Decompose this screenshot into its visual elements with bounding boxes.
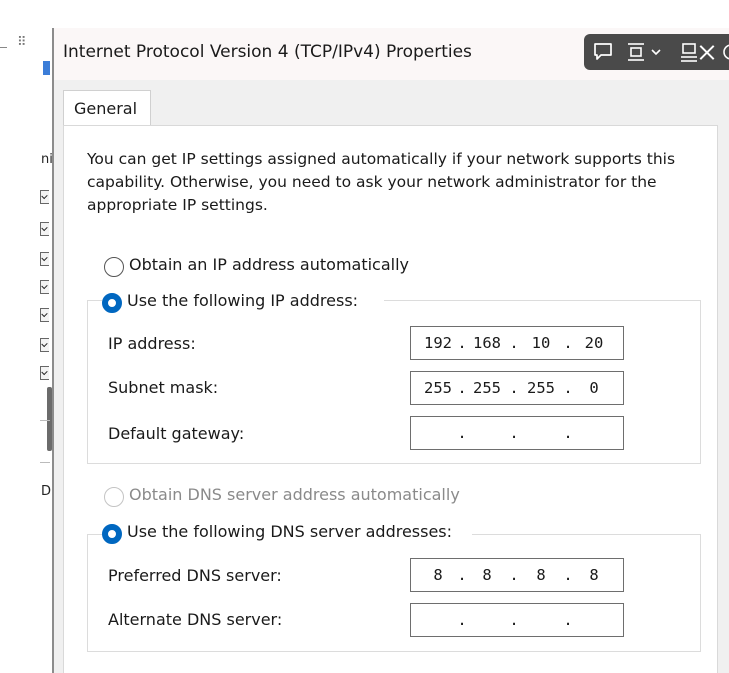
radio-button-selected[interactable]: [102, 524, 122, 544]
dialog-title: Internet Protocol Version 4 (TCP/IPv4) P…: [63, 42, 472, 62]
checkbox-icon[interactable]: [40, 252, 49, 266]
radio-button-disabled[interactable]: [104, 487, 124, 507]
alternate-dns-label: Alternate DNS server:: [108, 610, 283, 629]
radio-button-selected[interactable]: [102, 293, 122, 313]
divider: [40, 462, 50, 463]
intro-text: You can get IP settings assigned automat…: [87, 150, 676, 214]
floating-toolbar: [584, 34, 729, 70]
checkbox-icon[interactable]: [40, 222, 49, 236]
background-app: ⠿ ni D: [0, 0, 53, 673]
radio-use-following-ip[interactable]: Use the following IP address:: [102, 291, 384, 315]
general-panel: You can get IP settings assigned automat…: [63, 125, 718, 673]
power-icon[interactable]: [720, 40, 729, 64]
radio-label: Use the following DNS server addresses:: [127, 522, 453, 541]
default-gateway-label: Default gateway:: [108, 424, 245, 443]
preferred-dns-label: Preferred DNS server:: [108, 566, 282, 585]
ip-address-input[interactable]: 192 . 168 . 10 . 20: [410, 326, 624, 360]
ipv4-properties-dialog: Internet Protocol Version 4 (TCP/IPv4) P…: [52, 28, 729, 673]
subnet-mask-label: Subnet mask:: [108, 378, 219, 397]
radio-button[interactable]: [104, 257, 124, 277]
subnet-mask-input[interactable]: 255 . 255 . 255 . 0: [410, 371, 624, 405]
checkbox-icon[interactable]: [40, 338, 49, 352]
tab-general-label: General: [74, 99, 138, 118]
radio-label: Obtain an IP address automatically: [129, 255, 410, 274]
radio-label: Use the following IP address:: [127, 291, 359, 310]
radio-use-following-dns[interactable]: Use the following DNS server addresses:: [102, 522, 472, 546]
tab-general[interactable]: General: [63, 90, 151, 126]
alternate-dns-input[interactable]: . . .: [410, 603, 624, 637]
title-bar[interactable]: Internet Protocol Version 4 (TCP/IPv4) P…: [54, 28, 729, 80]
comment-icon[interactable]: [592, 40, 614, 64]
checkbox-icon[interactable]: [40, 366, 49, 380]
default-gateway-input[interactable]: . . .: [410, 416, 624, 450]
ip-address-label: IP address:: [108, 334, 196, 353]
checkbox-icon[interactable]: [40, 190, 49, 204]
chevron-down-icon[interactable]: [650, 40, 662, 64]
divider: [40, 420, 50, 421]
radio-label: Obtain DNS server address automatically: [129, 485, 460, 504]
checkbox-icon[interactable]: [40, 308, 49, 322]
background-app-icon: [43, 61, 50, 75]
frame-icon[interactable]: [626, 40, 646, 64]
preferred-dns-input[interactable]: 8 . 8 . 8 . 8: [410, 558, 624, 592]
screen: ⠿ ni D Internet Protocol Version 4 (TCP/…: [0, 0, 729, 673]
checkbox-icon[interactable]: [40, 280, 49, 294]
background-app-text: D: [41, 484, 52, 499]
dash-mark: [0, 47, 7, 48]
drag-grip-icon[interactable]: ⠿: [17, 36, 29, 56]
close-icon[interactable]: [696, 37, 718, 67]
